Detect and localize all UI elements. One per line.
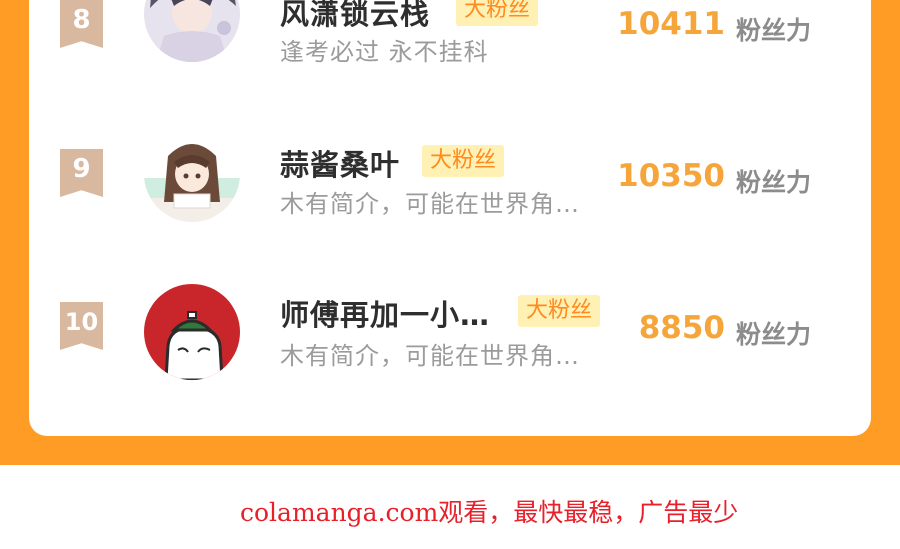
fan-score-unit: 粉丝力 [736,320,812,349]
anime-boy-avatar-icon [144,0,240,62]
fan-score: 10411 [617,6,725,42]
rank-flag: 9 [60,149,103,197]
fan-score: 8850 [638,310,725,346]
anime-girl-avatar-icon [144,126,240,222]
user-name[interactable]: 蒜酱桑叶 [280,142,400,184]
user-name[interactable]: 师傅再加一小… [280,292,490,334]
ranking-row[interactable]: 9 蒜酱桑叶 大粉丝 木有简介，可能在世界角… 10350 粉丝力 [29,120,871,240]
ranking-card: 8 风潇锁云栈 大粉丝 逢考必过 永不挂科 10411 粉丝力 9 蒜酱桑叶 大… [29,0,871,436]
fan-score-unit: 粉丝力 [736,168,812,197]
user-name[interactable]: 风潇锁云栈 [280,0,430,33]
fan-score: 10350 [617,158,725,194]
fan-score-unit: 粉丝力 [736,16,812,45]
avatar[interactable] [144,126,240,222]
user-bio: 逢考必过 永不挂科 [280,38,489,66]
rank-flag: 8 [60,0,103,48]
ranking-row[interactable]: 8 风潇锁云栈 大粉丝 逢考必过 永不挂科 10411 粉丝力 [29,0,871,90]
rank-flag: 10 [60,302,103,350]
watermark-text: colamanga.com观看，最快最稳，广告最少 [240,498,739,527]
avatar[interactable] [144,0,240,62]
user-bio: 木有简介，可能在世界角… [280,342,580,370]
user-bio: 木有简介，可能在世界角… [280,190,580,218]
avatar[interactable] [144,284,240,380]
fan-badge: 大粉丝 [422,145,505,177]
fan-badge: 大粉丝 [456,0,539,26]
red-cartoon-avatar-icon [144,284,240,380]
ranking-row[interactable]: 10 师傅再加一小… 大粉丝 木有简介，可能在世界角… 8850 粉丝力 [29,270,871,390]
